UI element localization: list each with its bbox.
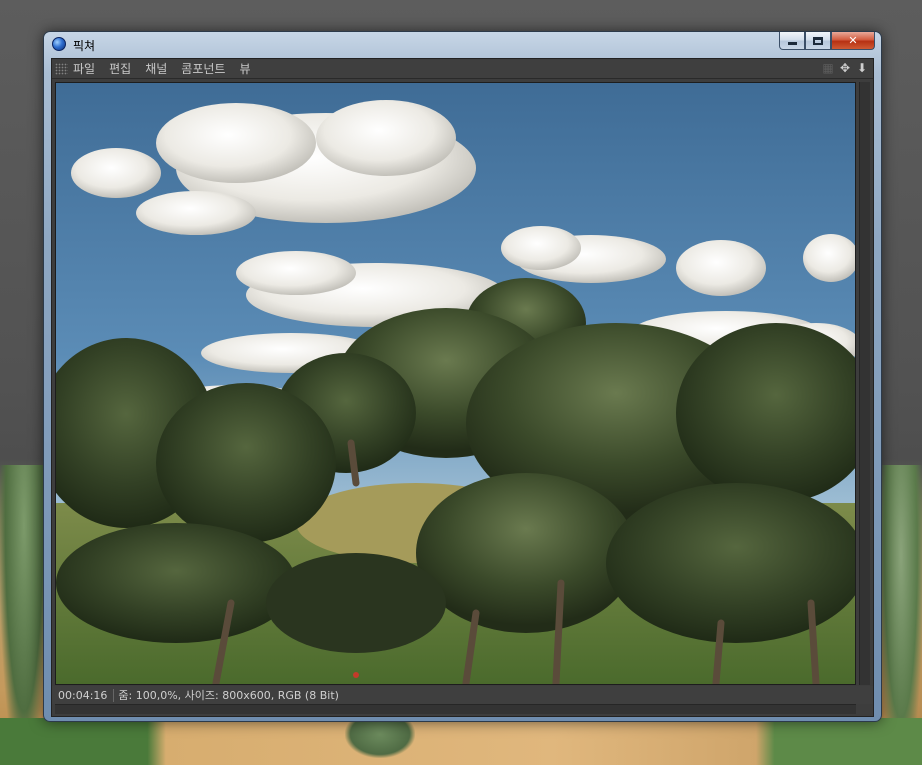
picture-viewer-client: 파일 편집 채널 콤포넌트 뷰 ▦ ✥ ⬇ 00:04:16 줌: 100,0%… bbox=[51, 58, 874, 717]
menu-channel[interactable]: 채널 bbox=[145, 60, 167, 77]
menu-view[interactable]: 뷰 bbox=[239, 60, 250, 77]
title-bar[interactable]: 픽쳐 ✕ bbox=[44, 32, 881, 56]
menu-component[interactable]: 콤포넌트 bbox=[181, 60, 225, 77]
menu-grip-icon[interactable] bbox=[55, 62, 68, 75]
rendered-forest-image bbox=[56, 83, 855, 684]
picture-viewer-window: 픽쳐 ✕ 파일 편집 채널 콤포넌트 뷰 ▦ ✥ ⬇ 00:04:16 줌: 1… bbox=[43, 31, 882, 722]
minimize-icon bbox=[787, 41, 797, 45]
desktop-tree bbox=[345, 718, 415, 758]
render-time: 00:04:16 bbox=[52, 688, 115, 702]
minimize-button[interactable] bbox=[779, 32, 805, 50]
close-icon: ✕ bbox=[848, 34, 858, 47]
window-title: 픽쳐 bbox=[73, 39, 96, 53]
window-controls: ✕ bbox=[779, 32, 875, 50]
desktop-ground bbox=[0, 718, 922, 765]
rendered-image-viewport[interactable] bbox=[55, 82, 856, 685]
app-icon[interactable] bbox=[52, 37, 66, 51]
red-flower bbox=[353, 672, 359, 678]
vertical-scrollbar[interactable] bbox=[859, 82, 870, 685]
close-button[interactable]: ✕ bbox=[831, 32, 875, 50]
horizontal-scrollbar[interactable] bbox=[55, 704, 856, 714]
menu-file[interactable]: 파일 bbox=[73, 60, 95, 77]
image-info: 줌: 100,0%, 사이즈: 800x600, RGB (8 Bit) bbox=[118, 689, 339, 702]
move-icon[interactable]: ✥ bbox=[838, 61, 852, 75]
menu-bar: 파일 편집 채널 콤포넌트 뷰 ▦ ✥ ⬇ bbox=[52, 59, 873, 79]
view-tools: ▦ ✥ ⬇ bbox=[821, 61, 869, 75]
status-bar: 00:04:16 줌: 100,0%, 사이즈: 800x600, RGB (8… bbox=[52, 686, 873, 704]
pan-icon[interactable]: ▦ bbox=[821, 61, 835, 75]
maximize-icon bbox=[813, 36, 823, 45]
scroll-down-icon[interactable]: ⬇ bbox=[855, 61, 869, 75]
maximize-button[interactable] bbox=[805, 32, 831, 50]
menu-edit[interactable]: 편집 bbox=[109, 60, 131, 77]
